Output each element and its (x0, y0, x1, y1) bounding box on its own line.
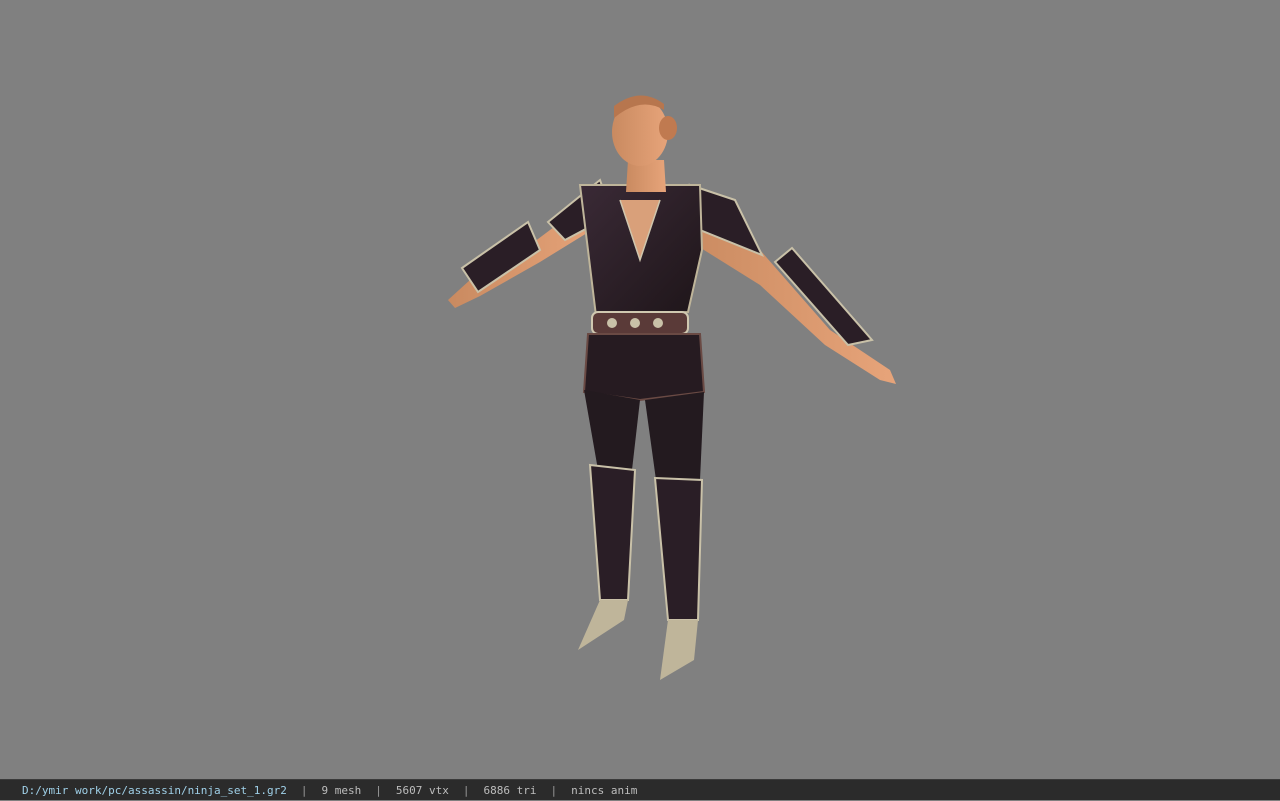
separator: | (300, 784, 308, 797)
animation-info: nincs anim (571, 784, 638, 797)
separator: | (550, 784, 558, 797)
legs (578, 390, 704, 680)
3d-viewport[interactable] (0, 0, 1280, 779)
character-model (448, 95, 896, 680)
hips (582, 333, 706, 402)
head (612, 95, 677, 192)
status-bar: D:/ymir work/pc/assassin/ninja_set_1.gr2… (0, 779, 1280, 800)
separator: | (462, 784, 470, 797)
triangle-count: 6886 tri (483, 784, 537, 797)
torso (578, 184, 704, 335)
mesh-count: 9 mesh (321, 784, 362, 797)
vertex-count: 5607 vtx (395, 784, 449, 797)
separator: | (375, 784, 382, 797)
file-path: D:/ymir work/pc/assassin/ninja_set_1.gr2 (22, 784, 287, 797)
right-arm (680, 183, 896, 384)
